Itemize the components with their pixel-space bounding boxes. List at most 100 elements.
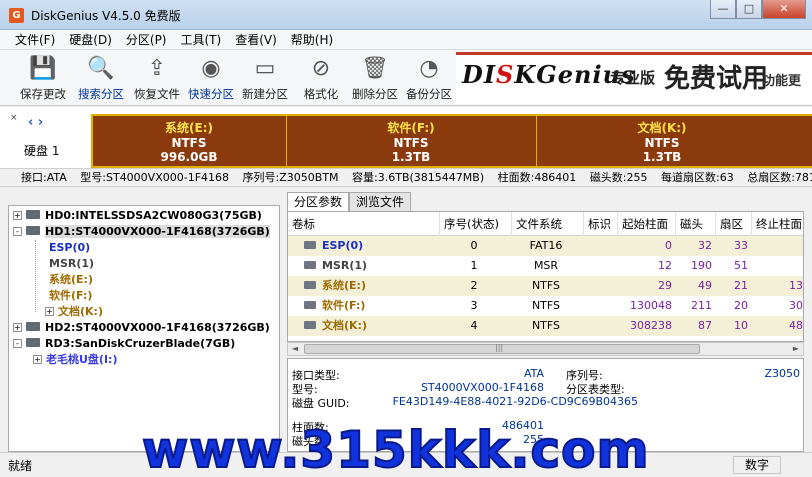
menu-tools[interactable]: 工具(T) (174, 31, 229, 48)
detail-guid-value: FE43D149-4E88-4021-92D6-CD9C69B04365 (392, 395, 638, 408)
collapse-icon[interactable]: - (13, 227, 22, 236)
table-row[interactable]: ESP(0) 0 FAT16 0 32 33 1 (288, 236, 803, 256)
expand-icon[interactable]: + (33, 355, 42, 364)
table-row[interactable]: 文档(K:) 4 NTFS 308238 87 10 48640 (288, 316, 803, 336)
tree-node[interactable]: - RD3:SanDiskCruzerBlade(7GB) (13, 336, 235, 352)
cell-flag (584, 316, 614, 336)
table-row[interactable]: 软件(F:) 3 NTFS 130048 211 20 30823 (288, 296, 803, 316)
column-header[interactable]: 序号(状态) (440, 212, 512, 236)
close-icon[interactable]: × (10, 113, 18, 123)
column-header[interactable]: 起始柱面 (618, 212, 676, 236)
tree-node[interactable]: 系统(E:) (45, 272, 93, 288)
tree-node-label: 老毛桃U盘(I:) (46, 353, 118, 366)
cell-fs: FAT16 (529, 239, 563, 252)
menu-disk[interactable]: 硬盘(D) (62, 31, 119, 48)
tree-node[interactable]: ESP(0) (45, 240, 90, 256)
tree-node[interactable]: + HD0:INTELSSDSA2CW080G3(75GB) (13, 208, 262, 224)
cell-flag (584, 276, 614, 296)
partition-table: 卷标 序号(状态) 文件系统 标识 起始柱面 磁头 扇区 终止柱面 ESP(0) 0 FAT16 0… (287, 211, 804, 342)
cell-start: 308238 (630, 319, 672, 332)
partition-size: 996.0GB (160, 150, 218, 164)
partition-block-e[interactable]: 系统(E:) NTFS 996.0GB (93, 116, 285, 166)
expand-icon[interactable]: + (13, 323, 22, 332)
scroll-left-icon[interactable]: ◄ (288, 343, 302, 355)
menu-file[interactable]: 文件(F) (8, 31, 62, 48)
partition-block-k[interactable]: 文档(K:) NTFS 1.3TB (537, 116, 787, 166)
menu-partition[interactable]: 分区(P) (119, 31, 174, 48)
menu-help[interactable]: 帮助(H) (284, 31, 340, 48)
expand-icon[interactable]: + (13, 211, 22, 220)
table-row[interactable]: MSR(1) 1 MSR 12 190 51 2 (288, 256, 803, 276)
tree-node[interactable]: + HD2:ST4000VX000-1F4168(3726GB) (13, 320, 270, 336)
table-row[interactable]: 系统(E:) 2 NTFS 29 49 21 13004 (288, 276, 803, 296)
expand-icon[interactable]: + (45, 307, 54, 316)
tree-node[interactable]: + 老毛桃U盘(I:) (33, 352, 117, 368)
horizontal-scrollbar[interactable]: ◄ ||| ► (287, 342, 804, 356)
partition-icon (304, 301, 316, 309)
cell-idx: 3 (470, 299, 478, 312)
tree-node[interactable]: - HD1:ST4000VX000-1F4168(3726GB) (13, 224, 270, 240)
info-capacity: 容量:3.6TB(3815447MB) (352, 171, 485, 184)
toolbar-quick-partition-button[interactable]: ◉ 快速分区 (182, 54, 240, 104)
scroll-right-icon[interactable]: ► (789, 343, 803, 355)
tree-node[interactable]: + 文档(K:) (45, 304, 103, 320)
cell-end: 2 (752, 256, 803, 276)
cell-fs: NTFS (531, 279, 561, 292)
partition-block-f[interactable]: 软件(F:) NTFS 1.3TB (287, 116, 535, 166)
detail-guid-label: 磁盘 GUID: (292, 397, 350, 410)
menu-view[interactable]: 查看(V) (228, 31, 284, 48)
tab-partition-params[interactable]: 分区参数 (287, 192, 350, 211)
numlock-indicator: 数字 (733, 456, 781, 474)
toolbar-new-partition-button[interactable]: ▭ 新建分区 (236, 54, 294, 104)
cell-sector: 51 (734, 259, 748, 272)
cell-volume: ESP(0) (304, 236, 440, 256)
toolbar-trash-button[interactable]: 🗑 删除分区 (346, 54, 404, 104)
cell-fs: NTFS (531, 299, 561, 312)
column-header[interactable]: 终止柱面 (752, 212, 803, 236)
tab-browse-files[interactable]: 浏览文件 (349, 192, 412, 211)
cell-head: 87 (698, 319, 712, 332)
partition-name: 文档(K:) (637, 121, 687, 135)
info-interface: 接口:ATA (21, 171, 67, 184)
scroll-thumb[interactable]: ||| (304, 343, 700, 354)
tree-node[interactable]: 软件(F:) (45, 288, 92, 304)
new-partition-icon: ▭ (254, 56, 276, 81)
column-header[interactable]: 磁头 (676, 212, 716, 236)
window-title: DiskGenius V4.5.0 免费版 (31, 9, 181, 23)
partition-name: 系统(E:) (165, 121, 213, 135)
column-header[interactable]: 标识 (584, 212, 618, 236)
cell-end: 30823 (789, 299, 803, 312)
column-header[interactable]: 扇区 (716, 212, 752, 236)
cell-sector: 21 (734, 279, 748, 292)
toolbar-label: 保存更改 (20, 87, 66, 101)
recover-icon: ⇪ (147, 56, 167, 81)
info-model: 型号:ST4000VX000-1F4168 (80, 171, 230, 184)
column-header[interactable]: 卷标 (288, 212, 440, 236)
cell-sector: 33 (734, 239, 748, 252)
tree-node[interactable]: MSR(1) (45, 256, 94, 272)
cell-start: 0 (665, 239, 672, 252)
disk-map: × ‹ › 硬盘 1 系统(E:) NTFS 996.0GB 软件(F:) NT… (0, 107, 812, 169)
cell-idx: 2 (470, 279, 478, 292)
minimize-button[interactable]: — (710, 0, 736, 19)
brand-part-b: S (496, 60, 515, 89)
cell-sector: 10 (734, 319, 748, 332)
toolbar-label: 格式化 (303, 87, 339, 101)
promo-banner[interactable]: DISKGenius 专业版 免费试用 功能更 (456, 52, 812, 104)
column-header[interactable]: 文件系统 (512, 212, 584, 236)
magnifier-icon: 🔍 (87, 56, 115, 81)
partition-bar: 系统(E:) NTFS 996.0GB 软件(F:) NTFS 1.3TB 文档… (91, 114, 812, 168)
close-button[interactable]: ✕ (762, 0, 806, 19)
maximize-button[interactable]: □ (736, 0, 762, 19)
toolbar-save-button[interactable]: 💾 保存更改 (14, 54, 72, 104)
toolbar-magnifier-button[interactable]: 🔍 搜索分区 (72, 54, 130, 104)
disk-nav-arrows[interactable]: ‹ › (28, 115, 43, 130)
toolbar-format-button[interactable]: ⊘ 格式化 (292, 54, 350, 104)
toolbar-label: 快速分区 (188, 87, 234, 101)
tree-connector (35, 240, 36, 312)
collapse-icon[interactable]: - (13, 339, 22, 348)
cell-volume: MSR(1) (304, 256, 440, 276)
toolbar-recover-button[interactable]: ⇪ 恢复文件 (128, 54, 186, 104)
partition-name: 软件(F:) (387, 121, 435, 135)
toolbar-backup-button[interactable]: ◔ 备份分区 (400, 54, 458, 104)
